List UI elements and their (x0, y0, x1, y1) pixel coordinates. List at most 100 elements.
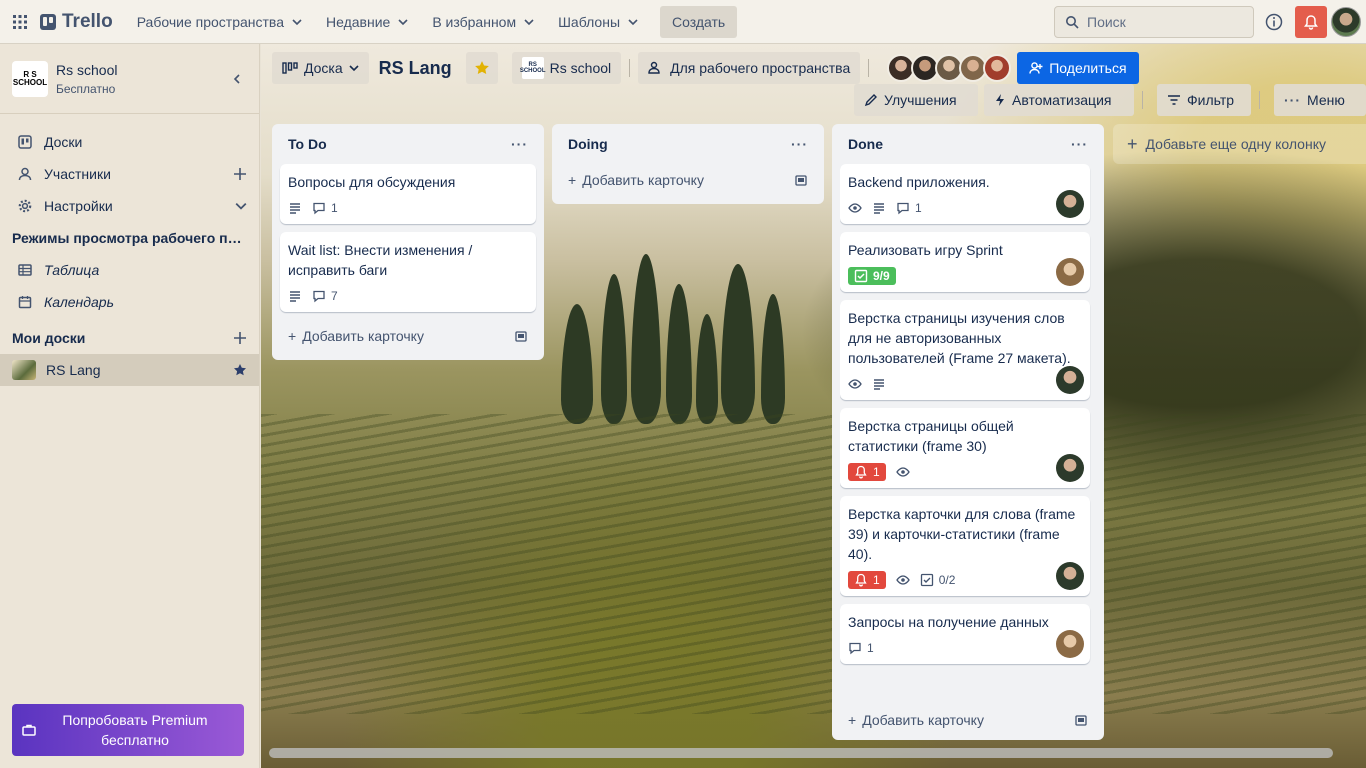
notifications-button[interactable] (1295, 6, 1327, 38)
workspace-name[interactable]: Rs school (56, 62, 227, 78)
sidebar-item-boards[interactable]: Доски (0, 126, 259, 158)
description-icon (872, 201, 886, 215)
checklist-badge: 9/9 (848, 267, 896, 285)
card-title: Wait list: Внести изменения / исправить … (288, 242, 473, 278)
card-title: Backend приложения. (848, 174, 990, 190)
try-premium-button[interactable]: Попробовать Premium бесплатно (12, 704, 244, 756)
add-card-button[interactable]: + Добавить карточку (840, 704, 1096, 736)
description-icon (288, 289, 302, 303)
card[interactable]: Реализовать игру Sprint 9/9 (840, 232, 1090, 292)
card[interactable]: Верстка карточки для слова (frame 39) и … (840, 496, 1090, 596)
card[interactable]: Верстка страницы общей статистики (frame… (840, 408, 1090, 488)
card[interactable]: Wait list: Внести изменения / исправить … (280, 232, 536, 312)
sidebar-item-calendar[interactable]: Календарь (0, 286, 259, 318)
templates-menu[interactable]: Шаблоны (548, 6, 648, 38)
sidebar-item-label: Таблица (44, 262, 100, 278)
add-card-button[interactable]: + Добавить карточку (560, 164, 816, 196)
card[interactable]: Backend приложения. 1 (840, 164, 1090, 224)
person-icon (18, 167, 32, 181)
template-icon[interactable] (514, 329, 528, 343)
user-avatar[interactable] (1331, 7, 1361, 37)
add-card-label: Добавить карточку (582, 172, 704, 188)
people-icon (648, 61, 660, 74)
search-placeholder: Поиск (1087, 14, 1126, 30)
chevron-down-icon[interactable] (235, 200, 247, 212)
list-doing[interactable]: Doing ··· + Добавить карточку (552, 124, 824, 204)
power-ups-button[interactable]: Улучшения (854, 84, 978, 116)
add-person-icon (1029, 62, 1043, 74)
card-member-avatar[interactable] (1056, 258, 1084, 286)
card[interactable]: Верстка страницы изучения слов для не ав… (840, 300, 1090, 400)
recent-menu[interactable]: Недавние (316, 6, 418, 38)
app-switcher-icon[interactable] (0, 0, 40, 44)
add-member-icon[interactable] (233, 167, 247, 181)
create-button[interactable]: Создать (660, 5, 738, 38)
background-trees (541, 244, 801, 424)
sidebar-item-label: Настройки (44, 198, 113, 214)
list-todo[interactable]: To Do ··· Вопросы для обсуждения 1 Wait … (272, 124, 544, 360)
workspace-logo[interactable]: R S SCHOOL (12, 60, 48, 97)
star-icon[interactable] (233, 363, 247, 377)
info-icon[interactable] (1264, 12, 1284, 32)
filter-icon (1168, 95, 1180, 105)
member-avatar[interactable] (983, 54, 1012, 82)
add-board-icon[interactable] (233, 331, 247, 345)
card[interactable]: Запросы на получение данных 1 (840, 604, 1090, 664)
workspace-sidebar: R S SCHOOL Rs school Бесплатно Доски Учас… (0, 44, 260, 768)
board-view-label: Доска (304, 60, 343, 76)
template-icon[interactable] (1074, 713, 1088, 727)
card[interactable]: Вопросы для обсуждения 1 (280, 164, 536, 224)
automation-button[interactable]: Автоматизация (984, 84, 1134, 116)
eye-icon (895, 573, 910, 587)
list-menu-icon[interactable]: ··· (1071, 136, 1088, 152)
chevron-down-icon (398, 18, 408, 25)
workspace-button[interactable]: RS SCHOOL Rs school (511, 52, 622, 84)
add-list-label: Добавьте еще одну колонку (1145, 136, 1326, 152)
search-input[interactable]: Поиск (1054, 6, 1254, 38)
add-card-button[interactable]: + Добавить карточку (280, 320, 536, 352)
card-title: Вопросы для обсуждения (288, 174, 456, 190)
menu-button[interactable]: ··· Меню (1274, 84, 1366, 116)
list-cards-scroll[interactable]: Backend приложения. 1 Реализовать игру S… (840, 164, 1096, 698)
background-vineyard (261, 414, 1366, 714)
board-horizontal-scrollbar[interactable] (269, 748, 1333, 758)
list-title[interactable]: To Do (288, 136, 327, 152)
automation-label: Автоматизация (1012, 92, 1112, 108)
starred-menu[interactable]: В избранном (422, 6, 544, 38)
visibility-button[interactable]: Для рабочего пространства (638, 52, 861, 84)
star-board-button[interactable] (465, 52, 498, 84)
my-boards-label: Мои доски (12, 330, 86, 346)
share-button[interactable]: Поделиться (1017, 52, 1139, 84)
board-title[interactable]: RS Lang (379, 58, 452, 79)
notification-badge: 1 (848, 463, 886, 481)
comment-icon (849, 642, 861, 655)
sidebar-item-members[interactable]: Участники (0, 158, 259, 190)
template-icon[interactable] (794, 173, 808, 187)
comment-icon (897, 202, 909, 215)
board-view-switcher[interactable]: Доска (272, 52, 369, 84)
card-member-avatar[interactable] (1056, 630, 1084, 658)
workspaces-menu[interactable]: Рабочие пространства (127, 6, 312, 38)
card-member-avatar[interactable] (1056, 454, 1084, 482)
card-member-avatar[interactable] (1056, 190, 1084, 218)
list-title[interactable]: Doing (568, 136, 608, 152)
card-member-avatar[interactable] (1056, 366, 1084, 394)
sidebar-item-settings[interactable]: Настройки (0, 190, 259, 222)
notification-count: 1 (873, 465, 880, 479)
card-member-avatar[interactable] (1056, 562, 1084, 590)
list-title[interactable]: Done (848, 136, 883, 152)
add-list-button[interactable]: + Добавьте еще одну колонку (1113, 124, 1366, 164)
premium-text: Попробовать Premium бесплатно (36, 710, 234, 750)
comment-icon (313, 290, 325, 303)
menu-label: Меню (1307, 92, 1345, 108)
chevron-down-icon (292, 18, 302, 25)
trello-logo[interactable]: Trello (40, 11, 113, 33)
comments-badge: 1 (848, 641, 874, 655)
list-done[interactable]: Done ··· Backend приложения. 1 Реализова… (832, 124, 1104, 740)
collapse-sidebar-icon[interactable] (227, 69, 247, 89)
sidebar-item-table[interactable]: Таблица (0, 254, 259, 286)
filter-button[interactable]: Фильтр (1157, 84, 1251, 116)
list-menu-icon[interactable]: ··· (511, 136, 528, 152)
sidebar-board-rs-lang[interactable]: RS Lang (0, 354, 259, 386)
list-menu-icon[interactable]: ··· (791, 136, 808, 152)
